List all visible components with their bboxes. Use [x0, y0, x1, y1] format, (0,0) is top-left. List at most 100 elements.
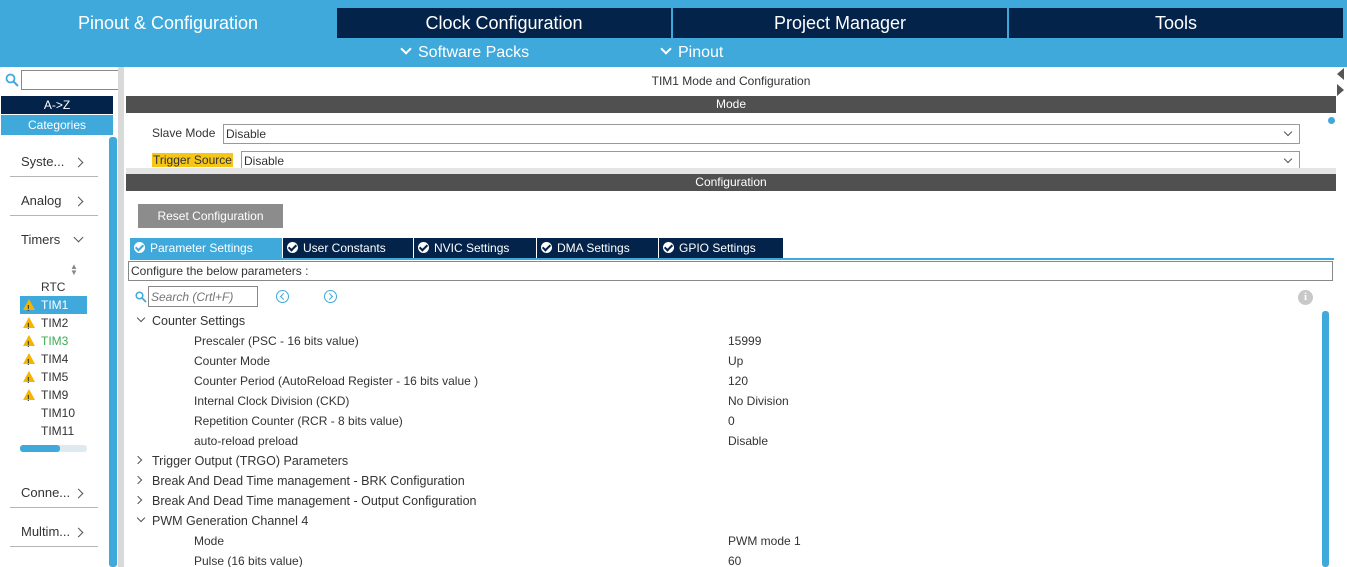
chevron-down-icon [136, 313, 146, 323]
tab-label: Tools [1154, 13, 1198, 33]
tree-group-counter-settings[interactable]: Counter Settings [126, 311, 1306, 331]
timer-item-tim5[interactable]: TIM5 [20, 368, 87, 390]
category-timers[interactable]: Timers [10, 225, 98, 255]
search-next-icon[interactable] [324, 290, 337, 303]
timer-item-tim1[interactable]: TIM1 [20, 296, 87, 318]
timer-item-tim3[interactable]: TIM3 [20, 332, 87, 354]
param-value[interactable]: 60 [728, 551, 741, 567]
category-label: Syste... [21, 154, 65, 169]
category-system-core[interactable]: Syste... [10, 147, 98, 177]
parameter-search-field[interactable] [149, 287, 257, 306]
timer-item-tim2[interactable]: TIM2 [20, 314, 87, 336]
param-value[interactable]: Up [728, 351, 743, 371]
timer-list-scrollbar[interactable] [20, 445, 87, 452]
param-name: Counter Period (AutoReload Register - 16… [194, 374, 479, 388]
search-icon [135, 291, 147, 303]
tab-label: Parameter Settings [150, 241, 253, 255]
search-icon [5, 73, 19, 87]
timer-label: TIM1 [41, 298, 69, 312]
sidebar-scroll-track[interactable] [118, 67, 124, 567]
sort-az-label: A->Z [43, 98, 71, 112]
category-label: Analog [21, 193, 62, 208]
tab-tools[interactable]: Tools [1009, 8, 1343, 38]
tree-group-pwm-channel-4[interactable]: PWM Generation Channel 4 [126, 511, 1306, 531]
pinout-label: Pinout [678, 44, 724, 61]
timer-item-tim4[interactable]: TIM4 [20, 350, 87, 372]
group-label: Break And Dead Time management - Output … [152, 494, 477, 508]
sort-icon[interactable]: ▲ ▼ [70, 263, 78, 277]
category-multimedia[interactable]: Multim... [10, 517, 98, 547]
info-icon[interactable]: i [1298, 290, 1313, 305]
parameters-scrollbar[interactable] [1322, 311, 1329, 567]
sidebar-search-input[interactable] [21, 70, 121, 90]
collapse-left-icon[interactable] [1337, 68, 1344, 80]
category-connectivity[interactable]: Conne... [10, 478, 98, 508]
timer-label: TIM9 [41, 388, 69, 402]
param-row-repetition-counter[interactable]: Repetition Counter (RCR - 8 bits value) … [126, 411, 1306, 431]
param-name: Internal Clock Division (CKD) [194, 394, 350, 408]
tab-pinout-configuration[interactable]: Pinout & Configuration [0, 0, 336, 38]
pinout-menu[interactable]: Pinout [660, 38, 724, 67]
timer-label: TIM5 [41, 370, 69, 384]
parameter-search-input[interactable] [148, 286, 258, 307]
tab-clock-configuration[interactable]: Clock Configuration [337, 8, 671, 38]
param-row-auto-reload-preload[interactable]: auto-reload preload Disable [126, 431, 1306, 451]
tab-project-manager[interactable]: Project Manager [673, 8, 1007, 38]
reset-configuration-button[interactable]: Reset Configuration [138, 204, 283, 228]
tab-label: DMA Settings [557, 241, 630, 255]
configure-instructions: Configure the below parameters : [128, 261, 1333, 281]
param-row-pwm-mode[interactable]: Mode PWM mode 1 [126, 531, 1306, 551]
chevron-right-icon [73, 525, 84, 539]
categories-button[interactable]: Categories [1, 115, 113, 135]
timer-item-tim11[interactable]: TIM11 [20, 422, 87, 440]
mode-section-header: Mode [126, 96, 1336, 113]
param-value[interactable]: 15999 [728, 331, 761, 351]
warning-icon [23, 299, 35, 318]
tab-parameter-settings[interactable]: Parameter Settings [130, 238, 282, 258]
param-row-counter-mode[interactable]: Counter Mode Up [126, 351, 1306, 371]
warning-icon [23, 371, 35, 390]
param-value[interactable]: Disable [728, 431, 768, 451]
trigger-source-select[interactable]: Disable [241, 151, 1300, 168]
tab-label: Pinout & Configuration [77, 13, 259, 33]
param-value[interactable]: PWM mode 1 [728, 531, 801, 551]
slave-mode-select[interactable]: Disable [223, 124, 1300, 144]
param-value[interactable]: 120 [728, 371, 748, 391]
param-row-prescaler[interactable]: Prescaler (PSC - 16 bits value) 15999 [126, 331, 1306, 351]
tree-group-brk-configuration[interactable]: Break And Dead Time management - BRK Con… [126, 471, 1306, 491]
sort-az-button[interactable]: A->Z [1, 96, 113, 114]
tab-user-constants[interactable]: User Constants [283, 238, 413, 258]
check-circle-icon [287, 242, 298, 253]
param-row-counter-period[interactable]: Counter Period (AutoReload Register - 16… [126, 371, 1306, 391]
tree-group-output-configuration[interactable]: Break And Dead Time management - Output … [126, 491, 1306, 511]
tab-gpio-settings[interactable]: GPIO Settings [659, 238, 783, 258]
timer-item-tim9[interactable]: TIM9 [20, 386, 87, 408]
param-row-pulse[interactable]: Pulse (16 bits value) 60 [126, 551, 1306, 567]
category-analog[interactable]: Analog [10, 186, 98, 216]
timer-item-tim10[interactable]: TIM10 [20, 404, 87, 422]
chevron-right-icon [73, 486, 84, 500]
sub-menu-bar: Software Packs Pinout [0, 38, 1347, 67]
software-packs-menu[interactable]: Software Packs [400, 38, 529, 67]
tab-label: GPIO Settings [679, 241, 756, 255]
search-previous-icon[interactable] [276, 290, 289, 303]
trigger-source-value: Disable [244, 154, 285, 168]
expand-right-icon[interactable] [1337, 84, 1344, 96]
tree-group-trgo[interactable]: Trigger Output (TRGO) Parameters [126, 451, 1306, 471]
configuration-section-header: Configuration [126, 174, 1336, 191]
sidebar-scrollbar[interactable] [109, 137, 117, 567]
param-value[interactable]: 0 [728, 411, 735, 431]
param-row-clock-division[interactable]: Internal Clock Division (CKD) No Divisio… [126, 391, 1306, 411]
mode-scrollbar[interactable] [1328, 117, 1335, 124]
chevron-down-icon [136, 513, 146, 523]
main-panel: TIM1 Mode and Configuration Mode Slave M… [126, 67, 1336, 567]
tab-dma-settings[interactable]: DMA Settings [537, 238, 658, 258]
tab-nvic-settings[interactable]: NVIC Settings [414, 238, 536, 258]
param-name: auto-reload preload [194, 434, 299, 448]
timer-label: RTC [41, 280, 66, 294]
param-value[interactable]: No Division [728, 391, 789, 411]
timer-item-rtc[interactable]: RTC [20, 278, 87, 296]
warning-icon [23, 353, 35, 372]
trigger-source-row: Trigger Source Disable [152, 151, 1300, 168]
right-edge-panel [1336, 67, 1347, 567]
